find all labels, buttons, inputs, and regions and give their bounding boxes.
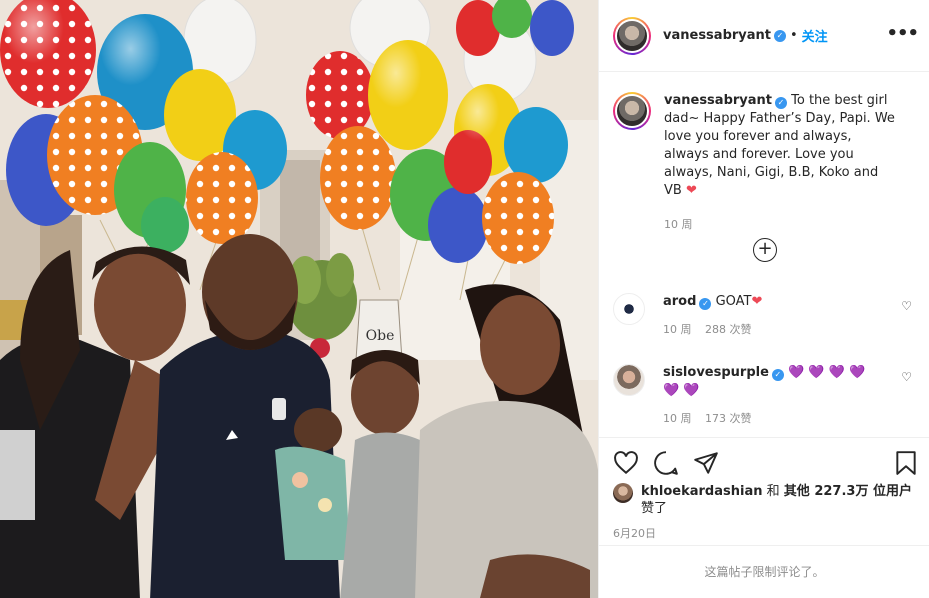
like-heart-icon[interactable] <box>613 450 639 476</box>
caption-username[interactable]: vanessabryant <box>664 93 772 108</box>
tag-text: Obe <box>366 328 395 344</box>
verified-badge-icon: ✓ <box>774 29 786 42</box>
post-side-panel: vanessabryant ✓ • 关注 ••• vanessabryant ✓ … <box>598 0 929 598</box>
commenter-avatar[interactable] <box>613 364 645 396</box>
comment-body: arod ✓ GOAT❤ 10 周 288 次赞 <box>663 293 883 339</box>
comment-time[interactable]: 10 周 <box>663 323 692 336</box>
caption-body: vanessabryant ✓ To the best girl dad~ Hap… <box>664 92 900 234</box>
author-username[interactable]: vanessabryant <box>663 28 771 43</box>
caption-time[interactable]: 10 周 <box>664 216 900 234</box>
comment-item: arod ✓ GOAT❤ 10 周 288 次赞 ♡ <box>613 293 918 339</box>
family-photo-illustration: Obe <box>0 0 598 598</box>
comment-like-heart-icon[interactable]: ♡ <box>901 370 912 384</box>
liked-by: khloekardashian 和 其他 227.3万 位用户 赞了 <box>613 483 913 517</box>
caption-avatar[interactable] <box>613 92 651 130</box>
comment-meta: 10 周 288 次赞 <box>663 321 883 339</box>
post-date[interactable]: 6月20日 <box>613 525 656 541</box>
verified-badge-icon: ✓ <box>699 298 712 310</box>
author-avatar[interactable] <box>613 16 651 55</box>
comment-likes[interactable]: 173 次赞 <box>705 412 752 425</box>
verified-badge-icon: ✓ <box>771 369 784 381</box>
comment-like-heart-icon[interactable]: ♡ <box>901 299 912 313</box>
comment-meta: 10 周 173 次赞 <box>663 410 883 428</box>
red-heart-emoji: ❤ <box>685 183 697 198</box>
liked-by-suffix: 赞了 <box>641 501 668 516</box>
comment-likes[interactable]: 288 次赞 <box>705 323 752 336</box>
instagram-post: Obe vanessabryant ✓ • 关注 ••• vanessabrya… <box>0 0 929 598</box>
comment-item: sislovespurple ✓ 💜 💜 💜 💜 💜 💜 10 周 173 次赞 … <box>613 364 918 428</box>
liked-by-others[interactable]: 其他 227.3万 位用户 <box>784 484 912 499</box>
post-photo[interactable]: Obe <box>0 0 598 598</box>
post-header: vanessabryant ✓ • 关注 ••• <box>599 0 929 72</box>
action-bar <box>599 437 929 487</box>
load-more-comments-button[interactable]: + <box>753 238 777 262</box>
red-heart-emoji: ❤ <box>751 294 763 309</box>
comment-body: sislovespurple ✓ 💜 💜 💜 💜 💜 💜 10 周 173 次赞 <box>663 364 883 428</box>
liked-by-and: 和 <box>766 484 780 499</box>
commenter-username[interactable]: sislovespurple <box>663 365 769 380</box>
follow-button[interactable]: 关注 <box>802 26 828 45</box>
liked-by-text: khloekardashian 和 其他 227.3万 位用户 赞了 <box>641 483 912 517</box>
comment-text: GOAT <box>715 294 752 309</box>
caption: vanessabryant ✓ To the best girl dad~ Hap… <box>613 92 918 234</box>
liker-username[interactable]: khloekardashian <box>641 484 763 499</box>
save-bookmark-icon[interactable] <box>893 450 919 476</box>
comments-limited-notice: 这篇帖子限制评论了。 <box>599 545 929 598</box>
more-options-icon[interactable]: ••• <box>886 25 919 43</box>
commenter-avatar[interactable] <box>613 293 645 325</box>
comment-time[interactable]: 10 周 <box>663 412 692 425</box>
commenter-username[interactable]: arod <box>663 294 696 309</box>
liker-avatar[interactable] <box>613 483 633 503</box>
comment-bubble-icon[interactable] <box>653 450 679 476</box>
verified-badge-icon: ✓ <box>775 97 787 109</box>
separator-dot: • <box>790 28 798 43</box>
share-paper-plane-icon[interactable] <box>693 450 719 476</box>
